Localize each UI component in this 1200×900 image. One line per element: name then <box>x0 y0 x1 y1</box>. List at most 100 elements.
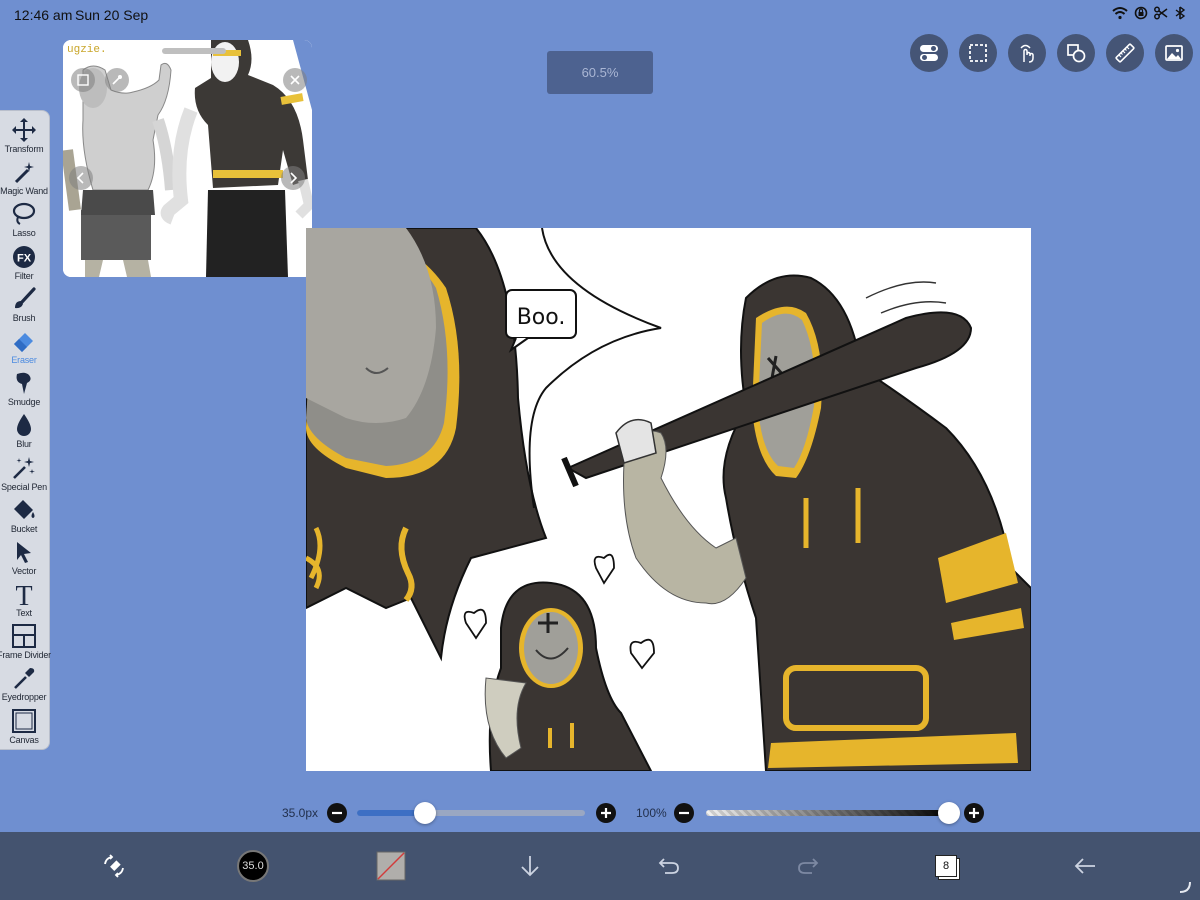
tool-canvas[interactable]: Canvas <box>0 708 48 750</box>
chevron-left-icon <box>76 172 84 184</box>
tool-transform[interactable]: Transform <box>0 117 48 159</box>
tool-eyedropper[interactable]: Eyedropper <box>0 665 48 707</box>
zoom-level-badge: 60.5% <box>547 51 653 94</box>
tool-text[interactable]: T Text <box>0 581 48 623</box>
size-decrease-button[interactable] <box>327 803 347 823</box>
top-toolbar <box>910 34 1193 72</box>
back-arrow-icon <box>1074 858 1095 874</box>
tool-label: Vector <box>11 565 37 576</box>
frame-divider-icon <box>12 624 36 649</box>
redo-icon <box>798 858 819 874</box>
reference-close-button[interactable] <box>283 68 307 92</box>
chevron-right-icon <box>290 172 298 184</box>
tool-label: Frame Divider <box>0 650 51 661</box>
text-glyph: T <box>15 581 32 607</box>
opacity-track[interactable] <box>706 810 951 816</box>
reference-caption: ugzie. <box>67 44 107 56</box>
download-button[interactable] <box>508 842 552 890</box>
minus-icon <box>332 811 342 815</box>
download-icon <box>521 856 539 877</box>
drop-icon <box>17 414 31 437</box>
color-swatch-button[interactable] <box>369 842 413 890</box>
gallery-button[interactable] <box>1155 34 1193 72</box>
drawing-canvas[interactable]: Boo. <box>306 228 1031 771</box>
tool-vector[interactable]: Vector <box>0 539 48 581</box>
reference-fit-button[interactable] <box>71 68 95 92</box>
battery-icon <box>1175 6 1186 20</box>
brush-size-button[interactable]: 35.0 <box>231 842 275 890</box>
tool-label: Canvas <box>9 734 39 745</box>
eraser-icon <box>14 332 33 352</box>
sparkle-pen-icon <box>13 456 35 479</box>
back-button[interactable] <box>1063 842 1107 890</box>
shapes-icon <box>1067 44 1086 63</box>
tool-blur[interactable]: Blur <box>0 412 48 454</box>
gesture-button[interactable] <box>1008 34 1046 72</box>
cursor-arrow-icon <box>17 541 31 563</box>
opacity-increase-button[interactable] <box>964 803 984 823</box>
tool-smudge[interactable]: Smudge <box>0 370 48 412</box>
text-icon: T <box>15 581 32 607</box>
lasso-icon <box>12 203 36 226</box>
settings-toggle-icon <box>920 45 938 61</box>
tool-label: Special Pen <box>1 481 47 492</box>
tool-lasso[interactable]: Lasso <box>0 201 48 243</box>
square-icon <box>77 74 89 86</box>
selection-button[interactable] <box>959 34 997 72</box>
plus-icon <box>969 808 979 818</box>
brush-size-track[interactable] <box>357 810 585 816</box>
layers-button[interactable]: 8 <box>924 842 968 890</box>
status-time: 12:46 am <box>14 7 73 23</box>
tool-brush[interactable]: Brush <box>0 286 48 328</box>
status-icons <box>1112 6 1186 20</box>
tool-bucket[interactable]: Bucket <box>0 497 48 539</box>
smudge-icon <box>16 372 31 395</box>
tool-special-pen[interactable]: Special Pen <box>0 455 48 497</box>
eyedropper-icon <box>14 668 35 690</box>
reference-image: ugzie. <box>63 40 312 277</box>
reference-next-button[interactable] <box>281 166 305 190</box>
reference-prev-button[interactable] <box>69 166 93 190</box>
tool-magic-wand[interactable]: Magic Wand <box>0 159 48 201</box>
tool-label: Blur <box>16 439 32 450</box>
close-icon <box>290 75 300 85</box>
tool-label: Eraser <box>11 354 37 365</box>
status-date: Sun 20 Sep <box>75 7 149 23</box>
opacity-label: 100% <box>636 806 667 820</box>
canvas-icon <box>12 708 36 733</box>
settings-toggle-button[interactable] <box>910 34 948 72</box>
bucket-icon <box>14 499 35 519</box>
reference-picker-button[interactable] <box>105 68 129 92</box>
undo-icon <box>658 858 679 874</box>
reference-drag-handle[interactable] <box>162 48 226 54</box>
opacity-thumb[interactable] <box>938 802 960 824</box>
corner-handle-icon <box>1179 881 1191 893</box>
tool-eraser[interactable]: Eraser <box>0 328 48 370</box>
tool-filter[interactable]: FX Filter <box>0 244 48 286</box>
undo-button[interactable] <box>647 842 691 890</box>
orientation-lock-icon <box>1134 6 1148 20</box>
ruler-button[interactable] <box>1106 34 1144 72</box>
brush-icon <box>15 287 36 308</box>
tool-label: Magic Wand <box>0 186 48 197</box>
tool-frame-divider[interactable]: Frame Divider <box>0 623 51 665</box>
tool-label: Bucket <box>10 523 38 534</box>
redo-button[interactable] <box>786 842 830 890</box>
opacity-decrease-button[interactable] <box>674 803 694 823</box>
tool-label: Smudge <box>7 397 41 408</box>
transform-mode-button[interactable] <box>92 842 136 890</box>
tool-label: Transform <box>4 144 44 154</box>
brush-size-preview: 35.0 <box>237 850 269 882</box>
speech-bubble-text: Boo. <box>517 305 566 330</box>
reference-window[interactable]: ugzie. <box>63 40 312 277</box>
brush-size-thumb[interactable] <box>414 802 437 824</box>
tool-label: Eyedropper <box>1 692 47 703</box>
shapes-button[interactable] <box>1057 34 1095 72</box>
plus-icon <box>601 808 611 818</box>
brush-size-label: 35.0px <box>282 806 319 820</box>
artwork: Boo. <box>306 228 1031 771</box>
gesture-icon <box>1020 44 1034 63</box>
size-increase-button[interactable] <box>596 803 616 823</box>
selection-icon <box>969 44 987 62</box>
tool-label: Text <box>16 608 32 619</box>
